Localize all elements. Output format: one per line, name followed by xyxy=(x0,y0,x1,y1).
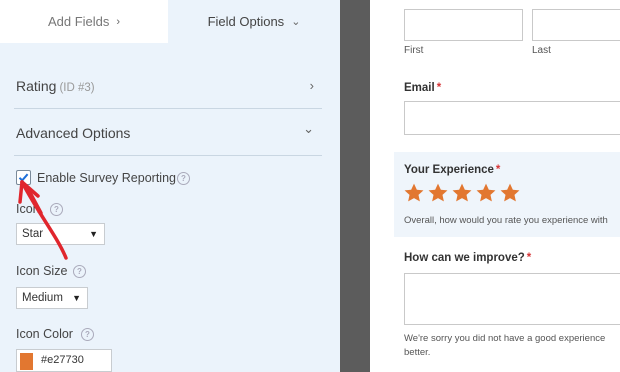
help-icon[interactable]: ? xyxy=(50,203,63,216)
checkmark-icon xyxy=(18,173,29,182)
color-swatch[interactable] xyxy=(20,353,33,370)
advanced-options-header[interactable]: Advanced Options xyxy=(16,125,130,141)
first-name-sublabel: First xyxy=(404,45,424,56)
icon-select-value: Star xyxy=(22,228,44,240)
form-preview: First Last Email * Your Experience * Overa… xyxy=(370,0,620,372)
advanced-options-title: Advanced Options xyxy=(16,125,131,141)
improve-description-line1: We're sorry you did not have a good expe… xyxy=(404,333,606,344)
survey-reporting-label: Enable Survey Reporting xyxy=(37,171,176,185)
icon-label: Icon xyxy=(16,202,40,216)
rating-section-header[interactable]: Rating (ID #3) xyxy=(16,78,95,94)
last-name-sublabel: Last xyxy=(532,45,551,56)
improve-label-text: How can we improve? xyxy=(404,252,525,264)
rating-field-id: (ID #3) xyxy=(59,82,95,94)
star-icon[interactable] xyxy=(475,182,497,204)
help-icon[interactable]: ? xyxy=(177,172,190,185)
icon-size-label: Icon Size xyxy=(16,264,68,278)
divider xyxy=(14,155,322,156)
field-options-panel: Add Fields › Field Options ⌄ Rating (ID #… xyxy=(0,0,340,372)
experience-label: Your Experience * xyxy=(404,164,500,176)
required-mark: * xyxy=(495,164,501,176)
chevron-down-icon[interactable]: ⌄ xyxy=(303,121,314,137)
star-icon[interactable] xyxy=(427,182,449,204)
builder-gutter xyxy=(340,0,370,372)
tab-field-options-label: Field Options xyxy=(207,14,285,29)
icon-color-value: #e27730 xyxy=(41,354,84,366)
tab-field-options[interactable]: Field Options ⌄ xyxy=(168,0,340,43)
required-mark: * xyxy=(436,82,442,94)
star-icon[interactable] xyxy=(451,182,473,204)
dropdown-caret-icon: ▼ xyxy=(89,229,98,239)
rating-section-title: Rating xyxy=(16,78,57,94)
required-mark: * xyxy=(526,252,532,264)
tab-add-fields[interactable]: Add Fields › xyxy=(0,0,168,43)
help-icon[interactable]: ? xyxy=(73,265,86,278)
star-icon[interactable] xyxy=(403,182,425,204)
improve-description-line2: better. xyxy=(404,347,431,358)
last-name-input[interactable] xyxy=(532,9,620,41)
icon-size-select[interactable]: Medium ▼ xyxy=(16,287,88,309)
divider xyxy=(14,108,322,109)
experience-label-text: Your Experience xyxy=(404,164,494,176)
annotation-arrow-icon xyxy=(18,180,68,260)
star-icon[interactable] xyxy=(499,182,521,204)
icon-color-input[interactable]: #e27730 xyxy=(16,349,112,372)
tab-add-fields-label: Add Fields xyxy=(47,14,110,29)
survey-reporting-checkbox[interactable] xyxy=(16,170,31,185)
icon-size-select-value: Medium xyxy=(22,292,63,304)
icon-select[interactable]: Star ▼ xyxy=(16,223,105,245)
panel-tabs: Add Fields › Field Options ⌄ xyxy=(0,0,340,43)
email-input[interactable] xyxy=(404,101,620,135)
help-icon[interactable]: ? xyxy=(81,328,94,341)
rating-stars[interactable] xyxy=(403,182,521,204)
dropdown-caret-icon: ▼ xyxy=(72,293,81,303)
email-label-text: Email xyxy=(404,82,435,94)
chevron-down-icon: ⌄ xyxy=(291,16,301,28)
experience-description: Overall, how would you rate you experien… xyxy=(404,215,608,226)
icon-color-label: Icon Color xyxy=(16,327,73,341)
chevron-right-icon[interactable]: › xyxy=(310,78,314,93)
chevron-right-icon: › xyxy=(116,15,121,28)
first-name-input[interactable] xyxy=(404,9,523,41)
email-label: Email * xyxy=(404,82,441,94)
improve-label: How can we improve? * xyxy=(404,252,531,264)
improve-textarea[interactable] xyxy=(404,273,620,325)
